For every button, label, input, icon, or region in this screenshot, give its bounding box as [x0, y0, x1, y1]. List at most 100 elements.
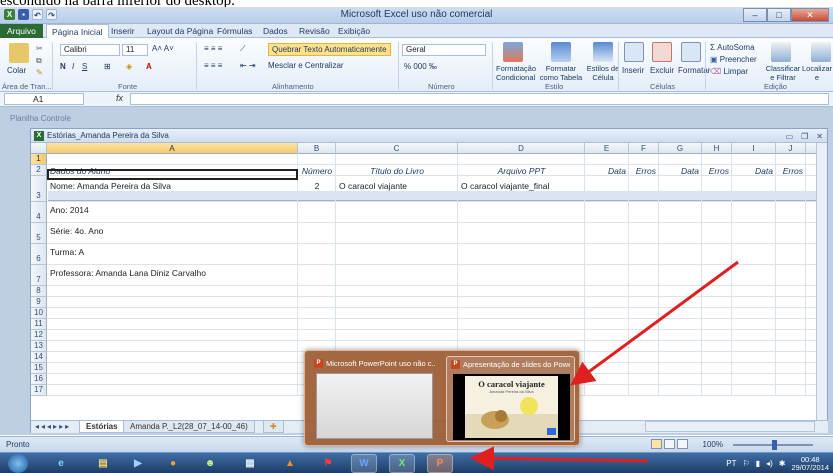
insert-cells-label[interactable]: Inserir: [622, 66, 644, 75]
firefox-icon[interactable]: ●: [160, 454, 186, 473]
file-explorer-icon[interactable]: ▤: [90, 454, 116, 473]
close-button[interactable]: ✕: [791, 8, 829, 22]
page-break-icon[interactable]: [677, 439, 688, 449]
bold-button[interactable]: N: [60, 62, 66, 71]
tab-formulas[interactable]: Fórmulas: [212, 24, 257, 38]
start-button[interactable]: [8, 454, 28, 473]
row-header-2[interactable]: 2: [31, 165, 47, 176]
tab-inserir[interactable]: Inserir: [106, 24, 140, 38]
column-header-b[interactable]: B: [298, 143, 336, 154]
row-header-17[interactable]: 17: [31, 385, 47, 396]
column-header-d[interactable]: D: [458, 143, 585, 154]
format-painter-icon[interactable]: ✎: [36, 68, 43, 77]
select-all-corner[interactable]: [31, 143, 47, 154]
tab-pagina-inicial[interactable]: Página Inicial: [46, 24, 109, 38]
row-header-15[interactable]: 15: [31, 363, 47, 374]
row-header-5[interactable]: 5: [31, 223, 47, 244]
fill-button[interactable]: ▣ Preencher: [710, 55, 757, 64]
conditional-formatting-icon[interactable]: [503, 42, 523, 62]
header-cell-g[interactable]: Data: [662, 166, 699, 176]
row-header-7[interactable]: 7: [31, 265, 47, 286]
font-size-select[interactable]: 11: [122, 44, 148, 56]
row-header-4[interactable]: 4: [31, 202, 47, 223]
vlc-icon[interactable]: ▲: [277, 454, 303, 473]
format-cells-icon[interactable]: [681, 42, 701, 62]
word-icon[interactable]: W: [351, 454, 377, 473]
maximize-button[interactable]: □: [767, 8, 791, 22]
tab-revisao[interactable]: Revisão: [294, 24, 335, 38]
find-select-icon[interactable]: [811, 42, 831, 62]
name-box[interactable]: A1: [4, 93, 84, 105]
normal-view-icon[interactable]: [651, 439, 662, 449]
new-sheet-icon[interactable]: ✚: [263, 421, 284, 433]
minimize-button[interactable]: –: [743, 8, 767, 22]
header-cell-j[interactable]: Erros: [779, 166, 803, 176]
header-cell-d[interactable]: Arquivo PPT: [461, 166, 582, 176]
page-layout-icon[interactable]: [664, 439, 675, 449]
language-indicator[interactable]: PT: [726, 459, 736, 468]
row-header-16[interactable]: 16: [31, 374, 47, 385]
clock[interactable]: 00:48 29/07/2014: [791, 455, 829, 472]
header-cell-b[interactable]: Número: [301, 166, 333, 176]
cut-icon[interactable]: ✂: [36, 44, 43, 53]
insert-cells-icon[interactable]: [624, 42, 644, 62]
sort-filter-label[interactable]: Classificar e Filtrar: [765, 64, 801, 82]
autosum-button[interactable]: Σ AutoSoma: [710, 43, 755, 52]
font-color-icon[interactable]: A: [146, 62, 152, 71]
sort-filter-icon[interactable]: [771, 42, 791, 62]
conditional-formatting-label[interactable]: Formatação Condicional: [496, 64, 536, 82]
selected-cell-a1[interactable]: [47, 169, 298, 180]
align-left-icon[interactable]: ≡ ≡ ≡: [204, 61, 222, 70]
bluetooth-icon[interactable]: ✱: [779, 459, 786, 468]
vertical-scrollbar[interactable]: [816, 143, 827, 420]
game-icon[interactable]: ☻: [197, 454, 223, 473]
row-header-8[interactable]: 8: [31, 286, 47, 297]
network-icon[interactable]: ▮: [756, 459, 760, 468]
zoom-slider-handle[interactable]: [772, 440, 777, 450]
row-header-9[interactable]: 9: [31, 297, 47, 308]
workbook-restore-icon[interactable]: ❐: [801, 130, 808, 144]
number-format-icons[interactable]: % 000 ‰: [404, 62, 437, 71]
internet-explorer-icon[interactable]: e: [48, 454, 74, 473]
column-header-g[interactable]: G: [659, 143, 702, 154]
grow-font-icon[interactable]: A˄ A˅: [152, 44, 174, 53]
row-header-10[interactable]: 10: [31, 308, 47, 319]
header-cell-h[interactable]: Erros: [705, 166, 729, 176]
italic-button[interactable]: I: [72, 62, 74, 71]
underline-button[interactable]: S: [82, 62, 87, 71]
sheet-nav-arrows[interactable]: ◂◂◂▸▸▸: [35, 422, 71, 431]
format-as-table-icon[interactable]: [551, 42, 571, 62]
font-name-select[interactable]: Calibri: [60, 44, 120, 56]
header-cell-i[interactable]: Data: [735, 166, 773, 176]
copy-icon[interactable]: ⧉: [36, 56, 42, 66]
row-header-6[interactable]: 6: [31, 244, 47, 265]
horizontal-scrollbar[interactable]: [645, 421, 815, 432]
orientation-icon[interactable]: ⟋: [240, 44, 246, 54]
column-header-h[interactable]: H: [702, 143, 732, 154]
cell-student-name[interactable]: Nome: Amanda Pereira da Silva: [50, 181, 295, 191]
delete-cells-icon[interactable]: [652, 42, 672, 62]
row-header-13[interactable]: 13: [31, 341, 47, 352]
delete-cells-label[interactable]: Excluir: [650, 66, 674, 75]
sheet-tab-amanda[interactable]: Amanda P._L2(28_07_14-00_46): [123, 421, 255, 433]
merge-center-button[interactable]: Mesclar e Centralizar: [268, 61, 344, 70]
column-header-f[interactable]: F: [629, 143, 659, 154]
cell-styles-label[interactable]: Estilos de Célula: [586, 64, 620, 82]
paste-icon[interactable]: [9, 43, 29, 63]
thumbnail-slideshow[interactable]: P Apresentação de slides do Powe... O ca…: [446, 356, 575, 442]
fx-icon[interactable]: fx: [116, 93, 123, 103]
tab-layout[interactable]: Layout da Página: [142, 24, 218, 38]
wrap-text-button[interactable]: Quebrar Texto Automaticamente: [268, 43, 391, 56]
powerpoint-taskbar-icon[interactable]: P: [427, 454, 453, 473]
header-cell-c[interactable]: Título do Livro: [339, 166, 455, 176]
row-header-3[interactable]: 3: [31, 176, 47, 202]
cell-info-7[interactable]: Professora: Amanda Lana Diniz Carvalho: [50, 268, 339, 278]
cell-book-title[interactable]: O caracol viajante: [339, 181, 455, 191]
column-header-j[interactable]: J: [776, 143, 806, 154]
row-header-14[interactable]: 14: [31, 352, 47, 363]
find-select-label[interactable]: Localizar e Selecionar: [801, 64, 833, 82]
media-player-icon[interactable]: ▶: [125, 454, 151, 473]
header-cell-f[interactable]: Erros: [632, 166, 656, 176]
header-cell-e[interactable]: Data: [588, 166, 626, 176]
tab-exibicao[interactable]: Exibição: [333, 24, 375, 38]
